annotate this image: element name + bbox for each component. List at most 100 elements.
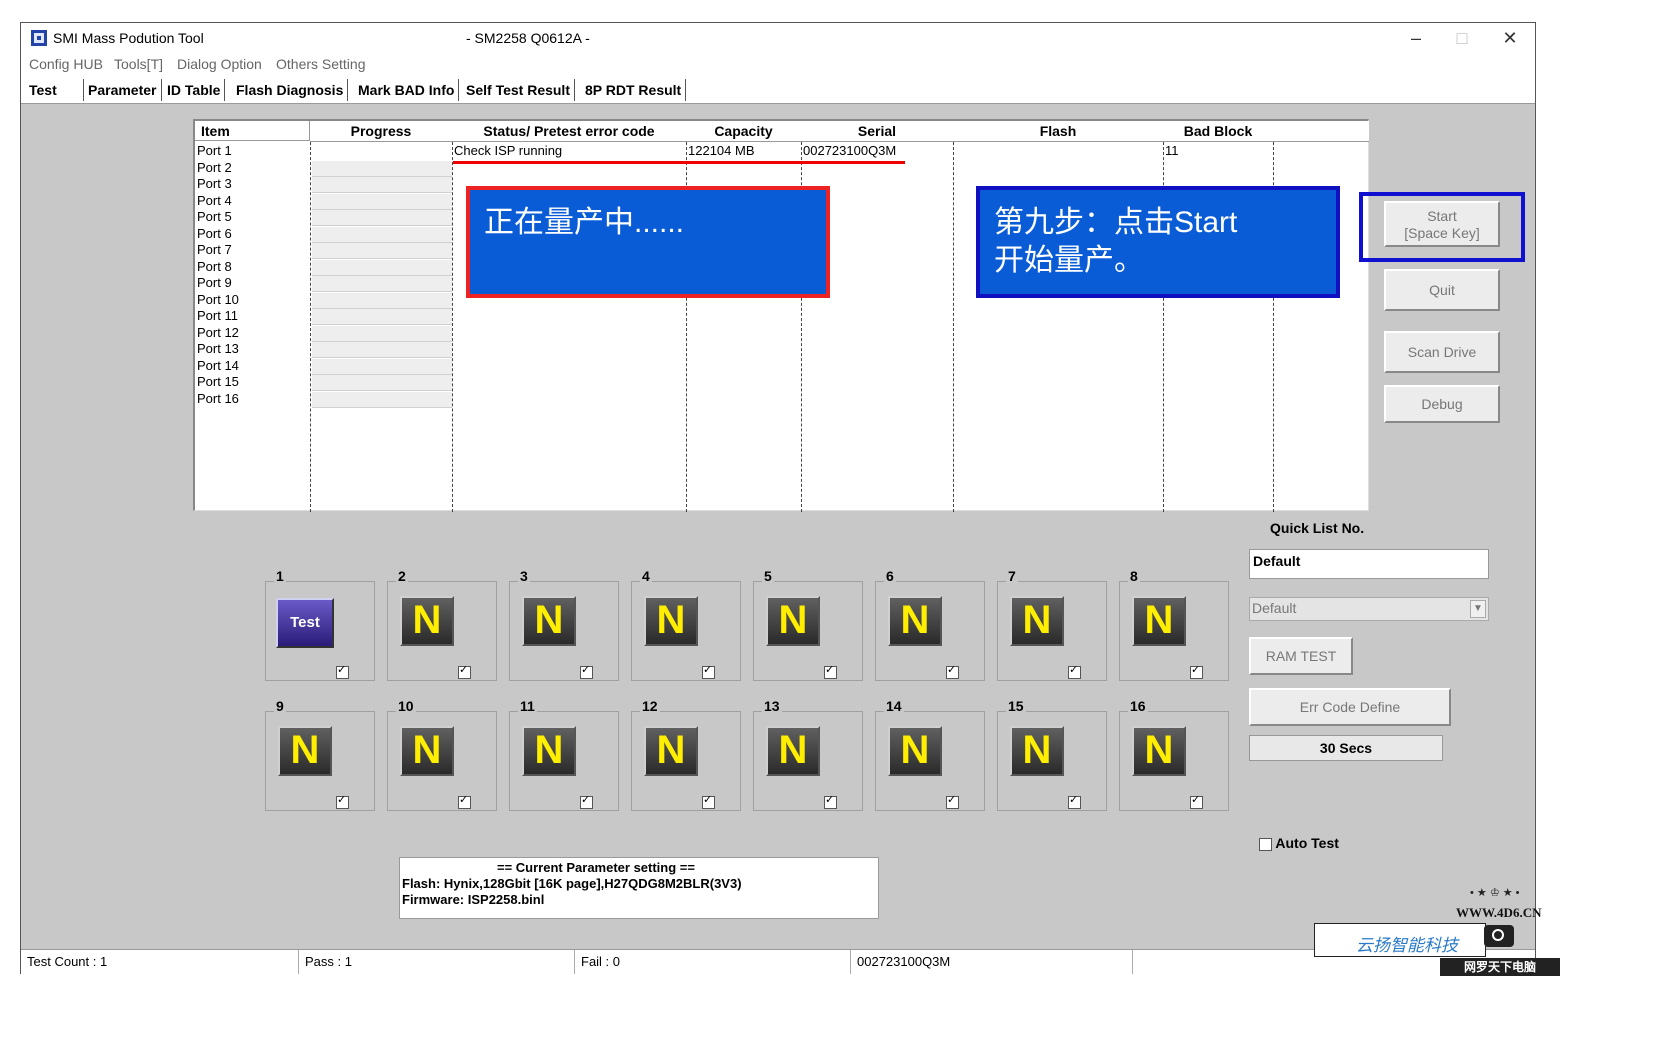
n-status-icon[interactable]: N [1010, 596, 1064, 646]
port-slot[interactable]: 10 N [387, 698, 497, 811]
title-bar: SMI Mass Podution Tool - SM2258 Q0612A -… [21, 23, 1535, 53]
row1-status: Check ISP running [454, 143, 563, 158]
slot-checkbox[interactable] [580, 793, 593, 809]
err-code-define-button[interactable]: Err Code Define [1249, 688, 1451, 726]
quick-list-input[interactable]: Default [1249, 549, 1489, 579]
tab-test[interactable]: Test [25, 79, 89, 101]
tab-mark-bad-info[interactable]: Mark BAD Info [354, 79, 460, 101]
port-slot[interactable]: 11 N [509, 698, 619, 811]
col-progress[interactable]: Progress [310, 121, 453, 142]
col-flash[interactable]: Flash [953, 121, 1164, 142]
port-grid[interactable]: Item Progress Status/ Pretest error code… [193, 119, 1369, 512]
chevron-down-icon[interactable]: ▼ [1470, 600, 1486, 618]
menu-others-setting[interactable]: Others Setting [276, 56, 366, 72]
n-status-icon[interactable]: N [766, 596, 820, 646]
port-slot[interactable]: 15 N [997, 698, 1107, 811]
n-status-icon[interactable]: N [1132, 596, 1186, 646]
port-slot[interactable]: 6N [875, 568, 985, 681]
port-slot[interactable]: 2N [387, 568, 497, 681]
app-icon [31, 30, 47, 46]
watermark-site: WWW.4D6.CN [1456, 905, 1542, 920]
watermark-chinese: 云扬智能科技 [1356, 936, 1458, 955]
slot-checkbox[interactable] [946, 793, 959, 809]
slot-checkbox[interactable] [458, 793, 471, 809]
slot-checkbox[interactable] [1190, 793, 1203, 809]
tab-self-test-result[interactable]: Self Test Result [462, 79, 575, 101]
start-button[interactable]: Start [Space Key] [1384, 201, 1500, 247]
slot-number: 12 [640, 698, 660, 714]
slot-checkbox[interactable] [458, 663, 471, 679]
quit-button[interactable]: Quit [1384, 269, 1500, 311]
col-serial[interactable]: Serial [801, 121, 954, 142]
scan-drive-button[interactable]: Scan Drive [1384, 331, 1500, 373]
port-slot[interactable]: 7N [997, 568, 1107, 681]
port-slot[interactable]: 4N [631, 568, 741, 681]
slot-checkbox[interactable] [1068, 793, 1081, 809]
n-status-icon[interactable]: N [522, 596, 576, 646]
tab-8p-rdt-result[interactable]: 8P RDT Result [581, 79, 687, 101]
slot-checkbox[interactable] [1190, 663, 1203, 679]
n-status-icon[interactable]: N [400, 596, 454, 646]
port-slot[interactable]: 12 N [631, 698, 741, 811]
slot-checkbox[interactable] [824, 793, 837, 809]
n-status-icon[interactable]: N [644, 596, 698, 646]
n-status-icon[interactable]: N [888, 726, 942, 776]
col-status[interactable]: Status/ Pretest error code [452, 121, 687, 142]
n-status-icon[interactable]: N [644, 726, 698, 776]
slot-checkbox[interactable] [702, 793, 715, 809]
slot-checkbox[interactable] [946, 663, 959, 679]
minimize-icon[interactable]: – [1405, 27, 1427, 49]
slot-checkbox[interactable] [824, 663, 837, 679]
col-capacity[interactable]: Capacity [686, 121, 802, 142]
port-slot[interactable]: 3N [509, 568, 619, 681]
tab-id-table[interactable]: ID Table [163, 79, 226, 101]
menu-dialog-option[interactable]: Dialog Option [177, 56, 262, 72]
tab-parameter[interactable]: Parameter [83, 79, 162, 101]
camera-icon [1484, 925, 1514, 947]
port-slot[interactable]: 13 N [753, 698, 863, 811]
auto-test-checkbox[interactable] [1259, 837, 1272, 851]
maximize-icon[interactable]: □ [1451, 27, 1473, 49]
port-slot[interactable]: 1 Test [265, 568, 375, 681]
col-item[interactable]: Item [195, 121, 310, 141]
slot-checkbox[interactable] [580, 663, 593, 679]
slot-number: 16 [1128, 698, 1148, 714]
slot-checkbox[interactable] [336, 663, 349, 679]
slot-number: 8 [1128, 568, 1140, 584]
slot-checkbox[interactable] [702, 663, 715, 679]
progress-cell [312, 210, 452, 226]
tab-bar: Test Parameter ID Table Flash Diagnosis … [21, 75, 1535, 104]
col-bad-block[interactable]: Bad Block [1163, 121, 1274, 142]
ram-test-button[interactable]: RAM TEST [1249, 637, 1353, 675]
port-slot[interactable]: 9N [265, 698, 375, 811]
port-slot[interactable]: 8N [1119, 568, 1229, 681]
main-window: SMI Mass Podution Tool - SM2258 Q0612A -… [20, 22, 1536, 974]
tab-flash-diagnosis[interactable]: Flash Diagnosis [232, 79, 349, 101]
n-status-icon[interactable]: N [522, 726, 576, 776]
n-status-icon[interactable]: N [1132, 726, 1186, 776]
quick-list-select[interactable]: Default ▼ [1249, 597, 1489, 621]
n-status-icon[interactable]: N [1010, 726, 1064, 776]
menu-tools[interactable]: Tools[T] [114, 56, 163, 72]
progress-cell [312, 160, 452, 177]
n-status-icon[interactable]: N [888, 596, 942, 646]
menu-config-hub[interactable]: Config HUB [29, 56, 103, 72]
auto-test-option[interactable]: Auto Test [1259, 835, 1339, 851]
debug-button[interactable]: Debug [1384, 385, 1500, 423]
n-status-icon[interactable]: N [400, 726, 454, 776]
close-icon[interactable]: ✕ [1499, 27, 1521, 49]
current-parameter-box: == Current Parameter setting == Flash: H… [399, 857, 879, 919]
slot-checkbox[interactable] [336, 793, 349, 809]
port-slot[interactable]: 5N [753, 568, 863, 681]
n-status-icon[interactable]: N [766, 726, 820, 776]
start-button-label: Start [1427, 208, 1457, 224]
column-divider [452, 142, 453, 512]
slot-checkbox[interactable] [1068, 663, 1081, 679]
port-slot[interactable]: 14 N [875, 698, 985, 811]
port-slot[interactable]: 16 N [1119, 698, 1229, 811]
test-status-icon[interactable]: Test [276, 598, 334, 648]
auto-test-label: Auto Test [1275, 835, 1339, 851]
status-test-count: Test Count : 1 [21, 950, 299, 974]
n-status-icon[interactable]: N [278, 726, 332, 776]
callout-step-nine: 第九步：点击Start 开始量产。 [976, 186, 1340, 298]
